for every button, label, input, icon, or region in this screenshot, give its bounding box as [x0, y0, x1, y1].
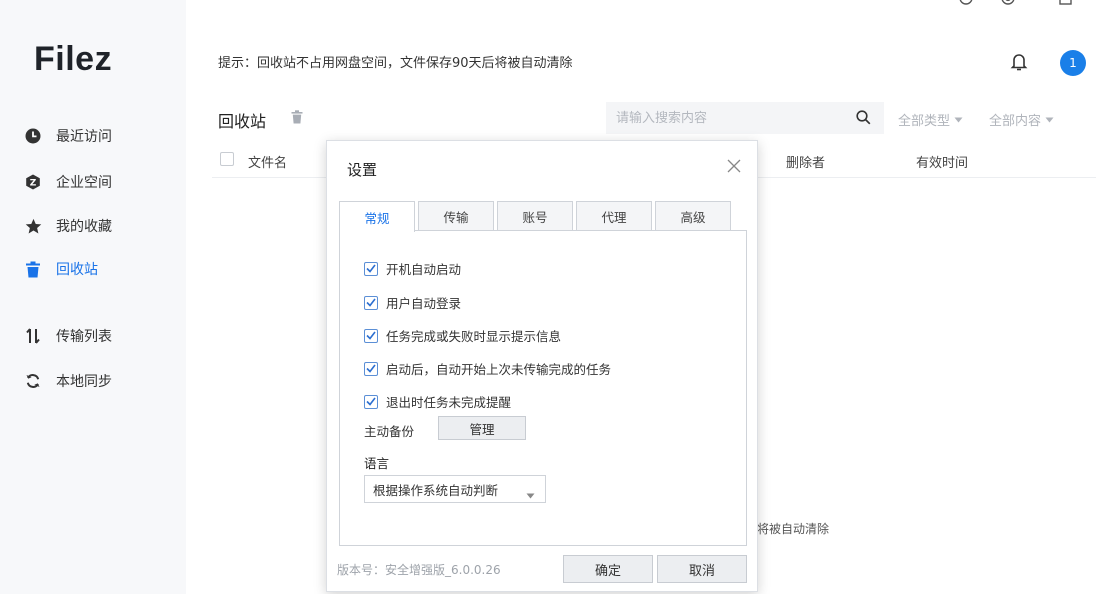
option-auto-login[interactable]: 用户自动登录 — [364, 293, 461, 312]
sidebar-item-favorites[interactable]: 我的收藏 — [24, 213, 174, 239]
general-settings-panel: 开机自动启动 用户自动登录 任务完成或失败时显示提示信息 启动后，自动开始上次未… — [339, 230, 747, 546]
column-header-filename[interactable]: 文件名 — [248, 152, 287, 171]
sidebar-item-label: 企业空间 — [56, 175, 112, 191]
option-label: 开机自动启动 — [386, 262, 462, 277]
language-label: 语言 — [364, 456, 390, 471]
option-resume-tasks[interactable]: 启动后，自动开始上次未传输完成的任务 — [364, 359, 611, 378]
tab-advanced[interactable]: 高级 — [655, 201, 731, 231]
sidebar-item-enterprise[interactable]: Z 企业空间 — [24, 169, 174, 195]
backup-label: 主动备份 — [364, 424, 415, 439]
checkbox-checked[interactable] — [364, 328, 378, 343]
option-label: 用户自动登录 — [386, 296, 462, 311]
manage-button[interactable]: 管理 — [438, 416, 526, 440]
caret-down-icon — [526, 487, 535, 502]
close-icon[interactable] — [727, 159, 743, 175]
option-label: 任务完成或失败时显示提示信息 — [386, 329, 562, 344]
sidebar: Filez 最近访问 Z 企业空间 我的收藏 回收站 传输列表 本地同步 — [0, 0, 186, 594]
search-input[interactable] — [606, 102, 884, 134]
sidebar-item-recent[interactable]: 最近访问 — [24, 123, 174, 149]
filter-content-label: 全部内容 — [989, 114, 1042, 129]
checkbox-checked[interactable] — [364, 261, 378, 276]
caret-down-icon — [1045, 112, 1054, 127]
tab-transfer[interactable]: 传输 — [418, 201, 494, 231]
dialog-title: 设置 — [347, 161, 378, 179]
user-avatar-badge[interactable]: 1 — [1060, 50, 1086, 76]
search-icon[interactable] — [856, 110, 871, 129]
sidebar-item-label: 本地同步 — [56, 374, 112, 390]
column-header-valid-time[interactable]: 有效时间 — [916, 152, 968, 171]
sidebar-item-label: 最近访问 — [56, 129, 112, 145]
clip-icon[interactable] — [958, 0, 974, 10]
recycle-tip: 提示：回收站不占用网盘空间，文件保存90天后将被自动清除 — [218, 56, 573, 71]
tab-proxy[interactable]: 代理 — [576, 201, 652, 231]
page-title: 回收站 — [218, 112, 267, 131]
language-value: 根据操作系统自动判断 — [373, 482, 499, 498]
enterprise-icon: Z — [24, 173, 42, 191]
transfer-icon — [24, 327, 42, 345]
svg-text:Z: Z — [30, 179, 37, 189]
ok-button[interactable]: 确定 — [563, 555, 653, 583]
trash-icon — [24, 260, 42, 278]
settings-dialog: 设置 常规 传输 账号 代理 高级 开机自动启动 用户自动登录 任务完成或失败时… — [326, 140, 758, 592]
tab-general[interactable]: 常规 — [339, 201, 415, 232]
attachment-icon[interactable] — [1000, 0, 1016, 10]
sidebar-item-recycle-bin[interactable]: 回收站 — [24, 256, 174, 282]
checkbox-checked[interactable] — [364, 295, 378, 310]
app-logo: Filez — [34, 40, 113, 78]
empty-trash-icon[interactable] — [291, 110, 303, 128]
sidebar-item-label: 回收站 — [56, 262, 98, 278]
checkbox-checked[interactable] — [364, 394, 378, 409]
bell-icon[interactable] — [1010, 52, 1028, 76]
option-label: 退出时任务未完成提醒 — [386, 395, 512, 410]
filter-type-dropdown[interactable]: 全部类型 — [898, 110, 963, 129]
filter-type-label: 全部类型 — [898, 114, 951, 129]
language-select[interactable]: 根据操作系统自动判断 — [364, 475, 546, 503]
version-text: 版本号：安全增强版_6.0.0.26 — [337, 563, 501, 577]
star-icon — [24, 217, 42, 235]
option-auto-start[interactable]: 开机自动启动 — [364, 259, 461, 278]
checkbox-checked[interactable] — [364, 361, 378, 376]
column-header-deleted-by[interactable]: 删除者 — [786, 152, 825, 171]
select-all-checkbox[interactable] — [220, 152, 234, 166]
option-exit-reminder[interactable]: 退出时任务未完成提醒 — [364, 392, 511, 411]
tab-account[interactable]: 账号 — [497, 201, 573, 231]
cancel-button[interactable]: 取消 — [657, 555, 747, 583]
window-restore-icon[interactable] — [1058, 0, 1074, 10]
sidebar-item-transfers[interactable]: 传输列表 — [24, 323, 174, 349]
clock-icon — [24, 127, 42, 145]
sidebar-item-label: 传输列表 — [56, 329, 112, 345]
filter-content-dropdown[interactable]: 全部内容 — [989, 110, 1054, 129]
empty-state-text: 将被自动清除 — [757, 522, 830, 536]
option-task-notify[interactable]: 任务完成或失败时显示提示信息 — [364, 326, 561, 345]
caret-down-icon — [954, 112, 963, 127]
sidebar-item-label: 我的收藏 — [56, 219, 112, 235]
sidebar-item-local-sync[interactable]: 本地同步 — [24, 368, 174, 394]
window-controls — [958, 0, 1074, 10]
option-label: 启动后，自动开始上次未传输完成的任务 — [386, 362, 612, 377]
sync-icon — [24, 372, 42, 390]
